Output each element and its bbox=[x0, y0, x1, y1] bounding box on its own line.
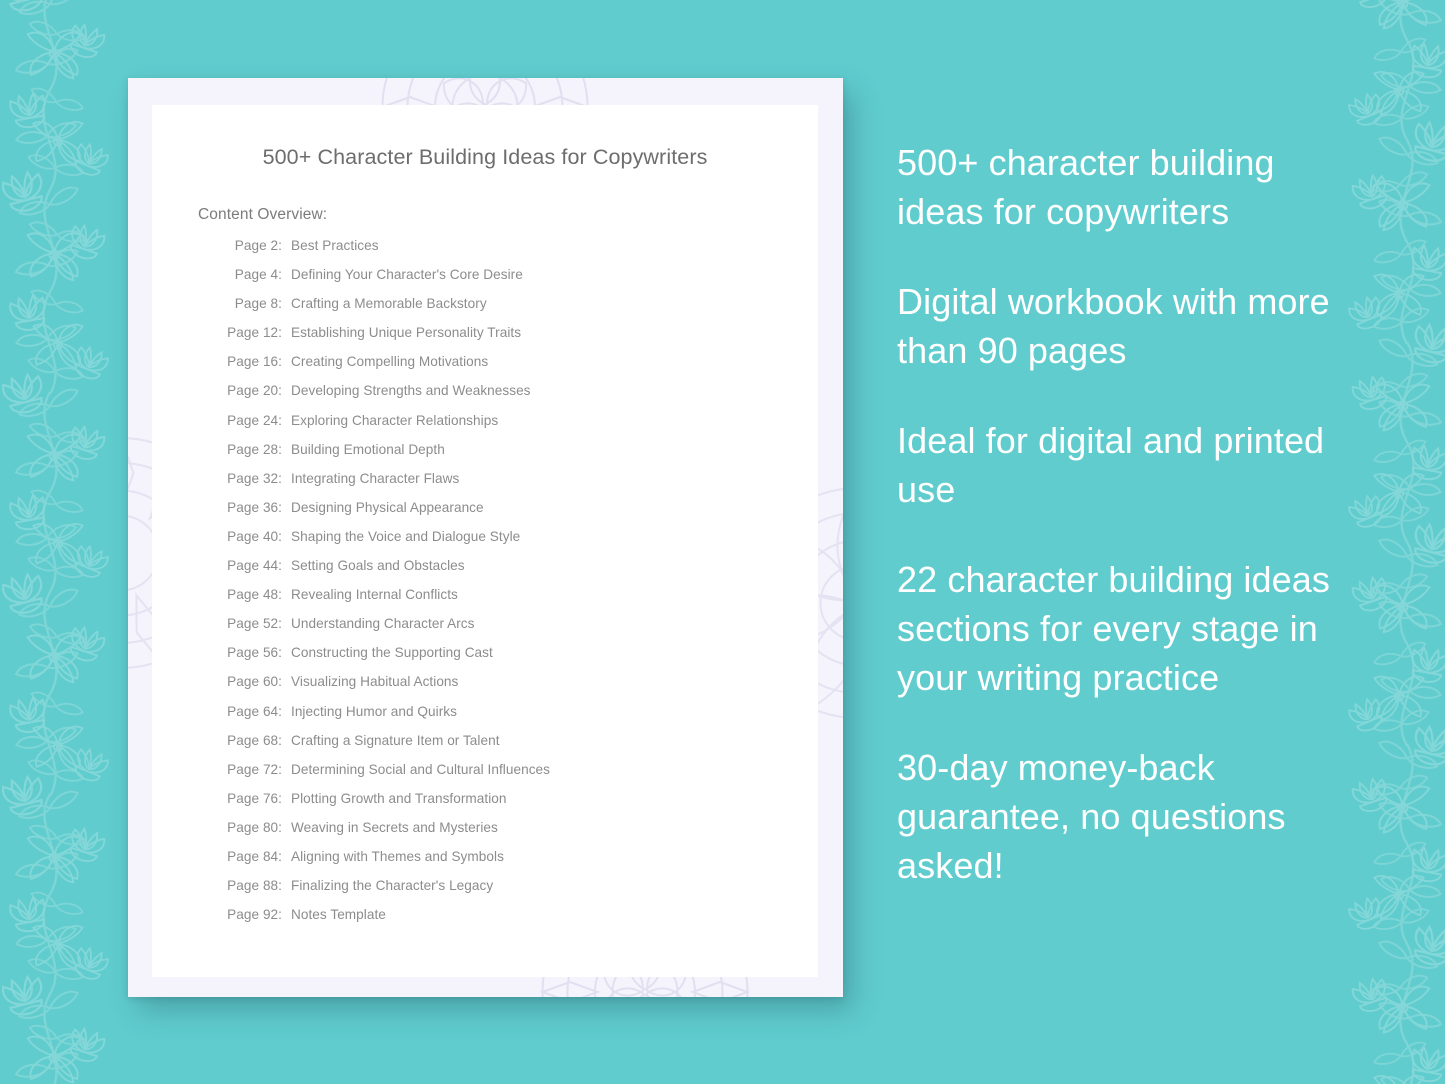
toc-page-number: Page 36: bbox=[227, 499, 282, 515]
toc-entry-title: Crafting a Memorable Backstory bbox=[291, 296, 487, 312]
toc-entry-title: Understanding Character Arcs bbox=[291, 616, 475, 632]
toc-row: Page 44: Setting Goals and Obstacles bbox=[222, 558, 818, 587]
marketing-bullet: Ideal for digital and printed use bbox=[897, 420, 1325, 510]
toc-page-number: Page 88: bbox=[227, 878, 282, 894]
toc-page-number: Page 60: bbox=[227, 674, 282, 690]
toc-entry-title: Notes Template bbox=[291, 907, 386, 923]
toc-entry-title: Plotting Growth and Transformation bbox=[291, 790, 507, 806]
toc-page-number: Page 16: bbox=[227, 354, 282, 370]
toc-page-number: Page 28: bbox=[227, 441, 282, 457]
table-of-contents: Page 2: Best Practices Page 4: Defining You… bbox=[152, 238, 818, 936]
toc-page-number: Page 48: bbox=[227, 587, 282, 603]
toc-page-number: Page 12: bbox=[227, 325, 282, 341]
toc-entry-title: Shaping the Voice and Dialogue Style bbox=[291, 528, 521, 544]
content-overview-label: Content Overview: bbox=[198, 206, 328, 223]
toc-entry-title: Determining Social and Cultural Influenc… bbox=[291, 761, 551, 777]
toc-row: Page 40: Shaping the Voice and Dialogue S… bbox=[222, 529, 818, 558]
toc-entry-title: Finalizing the Character's Legacy bbox=[291, 878, 494, 894]
product-card: 500+ Character Building Ideas for Copywr… bbox=[128, 78, 843, 997]
page-title: 500+ Character Building Ideas for Copywr… bbox=[262, 145, 708, 169]
toc-row: Page 32: Integrating Character Flaws bbox=[222, 471, 818, 500]
toc-page-number: Page 8: bbox=[234, 296, 282, 312]
toc-page-number: Page 20: bbox=[227, 383, 282, 399]
marketing-bullet: Digital workbook with more than 90 pages bbox=[897, 281, 1330, 371]
toc-entry-title: Aligning with Themes and Symbols bbox=[291, 848, 504, 864]
toc-row: Page 84: Aligning with Themes and Symbols bbox=[222, 849, 818, 878]
toc-page-number: Page 24: bbox=[227, 412, 282, 428]
toc-row: Page 36: Designing Physical Appearance bbox=[222, 500, 818, 529]
toc-row: Page 80: Weaving in Secrets and Mysteries bbox=[222, 820, 818, 849]
toc-row: Page 24: Exploring Character Relationship… bbox=[222, 413, 818, 442]
toc-row: Page 8: Crafting a Memorable Backstory bbox=[222, 296, 818, 325]
toc-page-number: Page 72: bbox=[227, 761, 282, 777]
toc-row: Page 52: Understanding Character Arcs bbox=[222, 616, 818, 645]
toc-entry-title: Designing Physical Appearance bbox=[291, 499, 484, 515]
toc-page-number: Page 56: bbox=[227, 645, 282, 661]
toc-row: Page 28: Building Emotional Depth bbox=[222, 442, 818, 471]
toc-entry-title: Defining Your Character's Core Desire bbox=[291, 267, 523, 283]
toc-entry-title: Setting Goals and Obstacles bbox=[291, 558, 465, 574]
toc-entry-title: Injecting Humor and Quirks bbox=[291, 703, 458, 719]
marketing-bullet: 500+ character building ideas for copywr… bbox=[897, 142, 1275, 232]
marketing-column: 500+ character building ideas for copywr… bbox=[897, 138, 1357, 890]
toc-page-number: Page 32: bbox=[227, 470, 282, 486]
toc-row: Page 16: Creating Compelling Motivations bbox=[222, 354, 818, 383]
toc-page-number: Page 92: bbox=[227, 907, 282, 923]
toc-page-number: Page 84: bbox=[227, 848, 282, 864]
toc-page-number: Page 76: bbox=[227, 790, 282, 806]
toc-page-number: Page 44: bbox=[227, 558, 282, 574]
toc-row: Page 68: Crafting a Signature Item or Tal… bbox=[222, 733, 818, 762]
toc-row: Page 92: Notes Template bbox=[222, 907, 818, 936]
toc-page-number: Page 64: bbox=[227, 703, 282, 719]
toc-row: Page 76: Plotting Growth and Transformati… bbox=[222, 791, 818, 820]
toc-entry-title: Establishing Unique Personality Traits bbox=[291, 325, 522, 341]
toc-entry-title: Weaving in Secrets and Mysteries bbox=[291, 819, 498, 835]
toc-entry-title: Integrating Character Flaws bbox=[291, 470, 460, 486]
document-page: 500+ Character Building Ideas for Copywr… bbox=[152, 105, 818, 977]
toc-page-number: Page 40: bbox=[227, 528, 282, 544]
toc-row: Page 20: Developing Strengths and Weaknes… bbox=[222, 383, 818, 412]
toc-entry-title: Building Emotional Depth bbox=[291, 441, 445, 457]
toc-entry-title: Developing Strengths and Weaknesses bbox=[291, 383, 531, 399]
toc-entry-title: Creating Compelling Motivations bbox=[291, 354, 489, 370]
toc-entry-title: Best Practices bbox=[291, 238, 379, 253]
toc-page-number: Page 80: bbox=[227, 819, 282, 835]
toc-entry-title: Constructing the Supporting Cast bbox=[291, 645, 493, 661]
marketing-bullet: 30-day money-back guarantee, no question… bbox=[897, 747, 1286, 886]
toc-page-number: Page 4: bbox=[234, 267, 282, 283]
toc-entry-title: Visualizing Habitual Actions bbox=[291, 674, 459, 690]
toc-row: Page 72: Determining Social and Cultural … bbox=[222, 762, 818, 791]
toc-row: Page 60: Visualizing Habitual Actions bbox=[222, 674, 818, 703]
toc-page-number: Page 52: bbox=[227, 616, 282, 632]
toc-row: Page 12: Establishing Unique Personality … bbox=[222, 325, 818, 354]
toc-row: Page 48: Revealing Internal Conflicts bbox=[222, 587, 818, 616]
toc-page-number: Page 68: bbox=[227, 732, 282, 748]
toc-entry-title: Revealing Internal Conflicts bbox=[291, 587, 458, 603]
toc-row: Page 4: Defining Your Character's Core De… bbox=[222, 267, 818, 296]
toc-page-number: Page 2: bbox=[234, 238, 282, 253]
left-floral-border bbox=[0, 0, 146, 1084]
marketing-bullet: 22 character building ideas sections for… bbox=[897, 559, 1330, 698]
toc-row: Page 64: Injecting Humor and Quirks bbox=[222, 704, 818, 733]
toc-entry-title: Exploring Character Relationships bbox=[291, 412, 499, 428]
toc-entry-title: Crafting a Signature Item or Talent bbox=[291, 732, 500, 748]
toc-row: Page 88: Finalizing the Character's Legac… bbox=[222, 878, 818, 907]
toc-row: Page 56: Constructing the Supporting Cast bbox=[222, 645, 818, 674]
toc-row: Page 2: Best Practices bbox=[222, 238, 818, 267]
